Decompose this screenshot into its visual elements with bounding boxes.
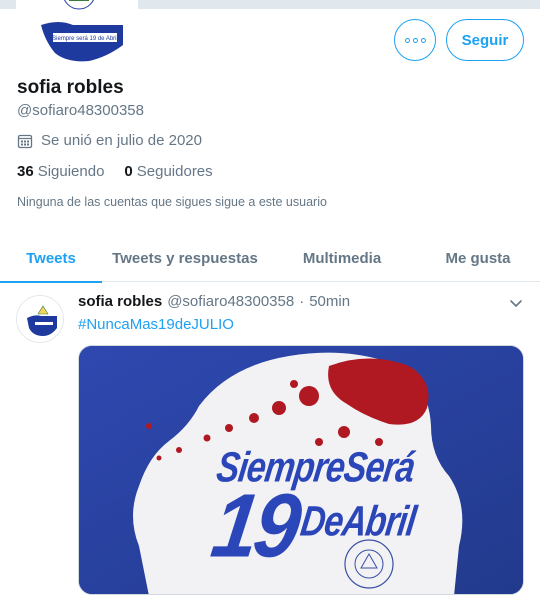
tweet-header: sofia robles @sofiaro48300358 · 50min: [78, 293, 350, 310]
tweet-separator: ·: [299, 293, 305, 310]
tweet-author-handle[interactable]: @sofiaro48300358: [167, 293, 294, 310]
profile-display-name: sofia robles: [17, 77, 124, 98]
follow-stats: 36 Siguiendo 0 Seguidores: [17, 163, 213, 180]
media-text-line2: DeAbril: [297, 498, 419, 546]
more-options-button[interactable]: [394, 19, 436, 61]
tweet-author-name[interactable]: sofia robles: [78, 293, 162, 310]
tweet-time[interactable]: 50min: [309, 293, 350, 310]
chevron-down-icon[interactable]: [508, 295, 524, 311]
tab-likes[interactable]: Me gusta: [416, 234, 540, 282]
tab-media[interactable]: Multimedia: [268, 234, 416, 282]
profile-avatar[interactable]: Siempre será 19 de Abril: [16, 0, 138, 72]
tweet-media-image[interactable]: SiempreSerá 19 DeAbril: [78, 345, 524, 595]
following-stat[interactable]: 36 Siguiendo: [17, 163, 104, 180]
followers-stat[interactable]: 0 Seguidores: [124, 163, 212, 180]
follow-button[interactable]: Seguir: [446, 19, 524, 61]
more-dots-icon: [412, 37, 418, 43]
following-label: Siguiendo: [37, 163, 105, 180]
tab-tweets[interactable]: Tweets: [0, 234, 102, 283]
calendar-icon: [17, 134, 33, 148]
joined-date: Se unió en julio de 2020: [17, 132, 202, 149]
followers-count: 0: [124, 163, 133, 180]
more-dots-icon: [420, 37, 426, 43]
profile-handle: @sofiaro48300358: [17, 102, 144, 119]
tweet-avatar[interactable]: [16, 295, 64, 343]
avatar-banner-text: Siempre será 19 de Abril: [52, 36, 118, 42]
tab-tweets-replies[interactable]: Tweets y respuestas: [102, 234, 268, 282]
media-text-number: 19: [206, 476, 304, 577]
more-dots-icon: [404, 37, 410, 43]
follow-note: Ninguna de las cuentas que sigues sigue …: [17, 195, 327, 209]
profile-tabs: Tweets Tweets y respuestas Multimedia Me…: [0, 234, 540, 283]
tweet-hashtag[interactable]: #NuncaMas19deJULIO: [78, 316, 234, 333]
tweet-item[interactable]: sofia robles @sofiaro48300358 · 50min #N…: [0, 283, 540, 600]
joined-text: Se unió en julio de 2020: [41, 132, 202, 149]
following-count: 36: [17, 163, 34, 180]
followers-label: Seguidores: [136, 163, 213, 180]
